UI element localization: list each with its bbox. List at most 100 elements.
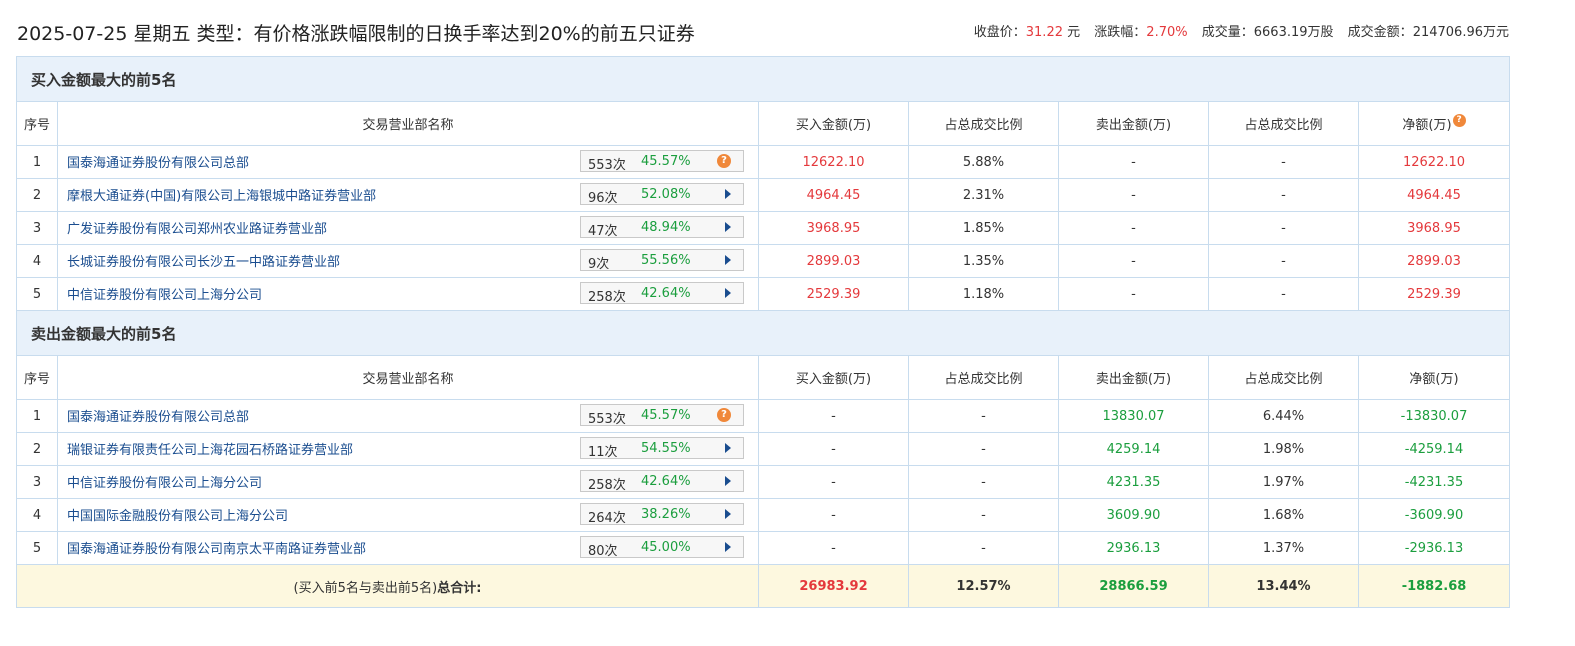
- header-sell-ratio-label: 占总成交比例: [1244, 372, 1323, 387]
- list-count: 258次: [588, 478, 626, 493]
- sell-amount: -: [1131, 286, 1136, 302]
- list-count: 553次: [588, 158, 626, 173]
- net-amount: -4259.14: [1404, 441, 1464, 457]
- total-buy-ratio-cell: 12.57%: [908, 564, 1059, 608]
- arrow-right-icon[interactable]: [725, 222, 731, 232]
- total-sell-ratio: 13.44%: [1256, 578, 1311, 594]
- header-sell-ratio: 占总成交比例: [1208, 101, 1359, 146]
- buy-ratio: -: [981, 540, 986, 556]
- net-amount: -4231.35: [1404, 474, 1464, 490]
- arrow-right-icon[interactable]: [725, 189, 731, 199]
- arrow-right-icon[interactable]: [725, 443, 731, 453]
- close-price-label: 收盘价：: [973, 25, 1026, 40]
- sell-ratio-cell: 1.97%: [1208, 465, 1359, 499]
- broker-name-link[interactable]: 广发证券股份有限公司郑州农业路证券营业部: [67, 218, 327, 237]
- broker-cell: 国泰海通证券股份有限公司总部 553次 45.57%?: [57, 145, 759, 179]
- table-row: 2 摩根大通证券(中国)有限公司上海银城中路证券营业部 96次 52.08% 4964.…: [16, 178, 1510, 212]
- broker-name-link[interactable]: 中信证券股份有限公司上海分公司: [67, 284, 262, 303]
- total-net-cell: -1882.68: [1358, 564, 1510, 608]
- buy-section-header: 买入金额最大的前5名: [16, 56, 1510, 102]
- header-buy-ratio: 占总成交比例: [908, 355, 1059, 400]
- header-buy-ratio-label: 占总成交比例: [944, 118, 1023, 133]
- broker-cell: 中信证券股份有限公司上海分公司 258次 42.64%: [57, 277, 759, 311]
- rank: 3: [32, 220, 42, 236]
- buy-ratio: 2.31%: [962, 187, 1005, 203]
- ranking-count-box[interactable]: 9次 55.56%: [580, 249, 744, 272]
- broker-name-link[interactable]: 摩根大通证券(中国)有限公司上海银城中路证券营业部: [67, 185, 376, 204]
- sell-amount: 4231.35: [1106, 474, 1161, 490]
- sell-ratio: -: [1281, 187, 1286, 203]
- ranking-count-box[interactable]: 553次 45.57%?: [580, 150, 744, 173]
- arrow-right-icon[interactable]: [725, 509, 731, 519]
- rank-cell: 2: [16, 178, 58, 212]
- broker-cell: 瑞银证券有限责任公司上海花园石桥路证券营业部 11次 54.55%: [57, 432, 759, 466]
- broker-cell: 国泰海通证券股份有限公司南京太平南路证券营业部 80次 45.00%: [57, 531, 759, 565]
- arrow-right-icon[interactable]: [725, 255, 731, 265]
- ranking-count-box[interactable]: 11次 54.55%: [580, 437, 744, 460]
- sell-ratio-cell: 1.68%: [1208, 498, 1359, 532]
- total-buy-cell: 26983.92: [758, 564, 909, 608]
- arrow-right-icon[interactable]: [725, 542, 731, 552]
- header-buy-ratio: 占总成交比例: [908, 101, 1059, 146]
- table-row: 1 国泰海通证券股份有限公司总部 553次 45.57%? 12622.10 5.88% -…: [16, 145, 1510, 179]
- buy-cell: -: [758, 399, 909, 433]
- broker-name-link[interactable]: 国泰海通证券股份有限公司总部: [67, 152, 249, 171]
- rank-cell: 4: [16, 498, 58, 532]
- ranking-count-box[interactable]: 258次 42.64%: [580, 470, 744, 493]
- sell-amount: 4259.14: [1106, 441, 1161, 457]
- header-buy-label: 买入金额(万): [795, 372, 872, 387]
- win-rate: 52.08%: [641, 187, 691, 202]
- total-label: 总合计:: [437, 580, 482, 596]
- ranking-count-box[interactable]: 47次 48.94%: [580, 216, 744, 239]
- sell-amount: -: [1131, 187, 1136, 203]
- table-row: 5 中信证券股份有限公司上海分公司 258次 42.64% 2529.39 1.18% - -…: [16, 277, 1510, 311]
- net-cell: 2899.03: [1358, 244, 1510, 278]
- buy-cell: -: [758, 465, 909, 499]
- total-net: -1882.68: [1401, 578, 1467, 594]
- close-price-unit: 元: [1067, 25, 1081, 40]
- rank: 2: [32, 441, 42, 457]
- rank-cell: 4: [16, 244, 58, 278]
- ranking-count-box[interactable]: 80次 45.00%: [580, 536, 744, 559]
- list-count: 96次: [588, 191, 618, 206]
- sell-cell: 2936.13: [1058, 531, 1209, 565]
- broker-name-link[interactable]: 国泰海通证券股份有限公司总部: [67, 406, 249, 425]
- sell-ratio-cell: -: [1208, 244, 1359, 278]
- arrow-right-icon[interactable]: [725, 288, 731, 298]
- buy-cell: -: [758, 531, 909, 565]
- broker-name-link[interactable]: 国泰海通证券股份有限公司南京太平南路证券营业部: [67, 538, 366, 557]
- ranking-count-box[interactable]: 96次 52.08%: [580, 183, 744, 206]
- broker-cell: 国泰海通证券股份有限公司总部 553次 45.57%?: [57, 399, 759, 433]
- sell-ratio: -: [1281, 220, 1286, 236]
- arrow-right-icon[interactable]: [725, 476, 731, 486]
- buy-amount: -: [831, 540, 836, 556]
- question-icon[interactable]: ?: [717, 408, 731, 422]
- rank-cell: 1: [16, 399, 58, 433]
- buy-ratio-cell: -: [908, 465, 1059, 499]
- buy-cell: 2529.39: [758, 277, 909, 311]
- ranking-count-box[interactable]: 264次 38.26%: [580, 503, 744, 526]
- net-amount: -13830.07: [1400, 408, 1468, 424]
- sell-amount: 3609.90: [1106, 507, 1161, 523]
- broker-name-link[interactable]: 瑞银证券有限责任公司上海花园石桥路证券营业部: [67, 439, 353, 458]
- total-sell-ratio-cell: 13.44%: [1208, 564, 1359, 608]
- sell-cell: 13830.07: [1058, 399, 1209, 433]
- ranking-count-box[interactable]: 553次 45.57%?: [580, 404, 744, 427]
- broker-name-link[interactable]: 长城证券股份有限公司长沙五一中路证券营业部: [67, 251, 340, 270]
- header-rank: 序号: [16, 355, 58, 400]
- sell-cell: 4231.35: [1058, 465, 1209, 499]
- list-count: 553次: [588, 412, 626, 427]
- broker-cell: 广发证券股份有限公司郑州农业路证券营业部 47次 48.94%: [57, 211, 759, 245]
- buy-ratio-cell: -: [908, 531, 1059, 565]
- net-amount: 2529.39: [1407, 286, 1461, 302]
- broker-name-link[interactable]: 中信证券股份有限公司上海分公司: [67, 472, 262, 491]
- ranking-count-box[interactable]: 258次 42.64%: [580, 282, 744, 305]
- broker-cell: 摩根大通证券(中国)有限公司上海银城中路证券营业部 96次 52.08%: [57, 178, 759, 212]
- question-icon[interactable]: ?: [1452, 114, 1466, 127]
- broker-name-link[interactable]: 中国国际金融股份有限公司上海分公司: [67, 505, 288, 524]
- sell-ratio-cell: 1.37%: [1208, 531, 1359, 565]
- question-icon[interactable]: ?: [717, 154, 731, 168]
- header-buy-ratio-label: 占总成交比例: [944, 372, 1023, 387]
- header-buy-label: 买入金额(万): [795, 118, 872, 133]
- dragon-tiger-table: 买入金额最大的前5名 序号 交易营业部名称 买入金额(万) 占总成交比例 卖出金额(万) 占…: [16, 56, 1510, 608]
